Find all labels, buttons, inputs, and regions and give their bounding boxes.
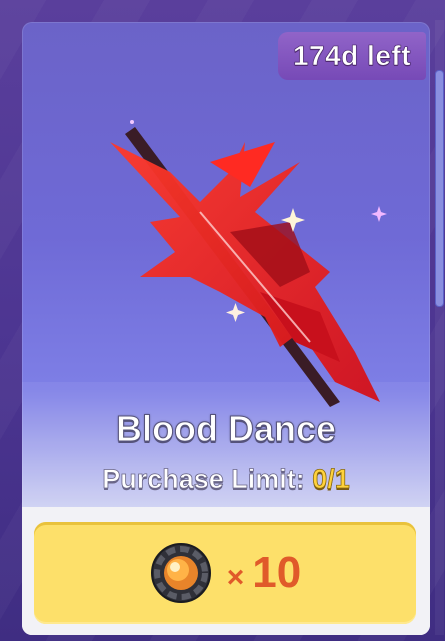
purchase-limit-count: 0/1 <box>312 464 350 495</box>
time-left-text: 174d left <box>292 40 412 72</box>
orb-currency-icon <box>150 543 211 603</box>
blood-dance-weapon-icon <box>110 120 387 407</box>
time-left-badge: 174d left <box>278 32 426 80</box>
item-name: Blood Dance <box>115 408 337 450</box>
purchase-limit-label: Purchase Limit: <box>102 464 305 495</box>
scrollbar-thumb[interactable] <box>435 70 444 307</box>
price-amount: 10 <box>252 548 302 597</box>
price-multiplier: × <box>226 561 245 594</box>
shop-item-card[interactable]: 174d left Blood Dance Purchase Limit: 0/… <box>22 22 430 635</box>
price: × 10 <box>227 548 301 598</box>
purchase-limit: Purchase Limit: 0/1 <box>22 464 430 495</box>
buy-button[interactable]: × 10 <box>34 522 416 624</box>
